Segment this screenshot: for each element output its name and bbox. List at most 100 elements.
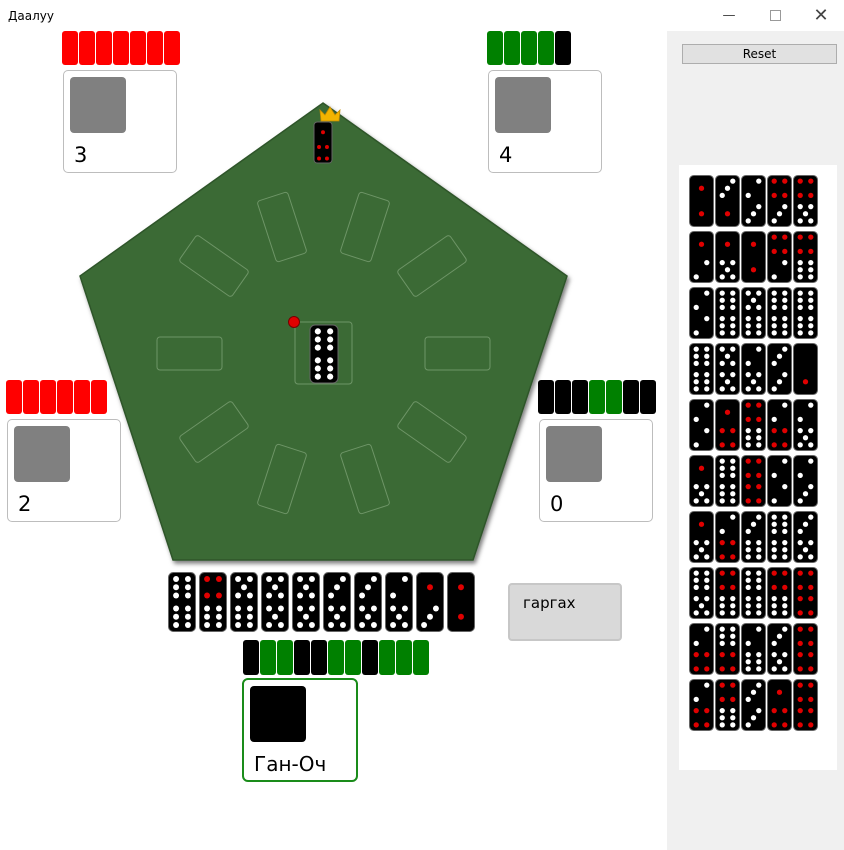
domino-tile [767,511,792,563]
domino-tile [793,623,818,675]
history-tile [689,511,714,563]
score-segment [328,640,344,675]
history-tile [689,231,714,283]
avatar [495,77,551,133]
hand-tile[interactable] [199,572,227,632]
domino-tile [767,623,792,675]
score-segment [379,640,395,675]
center-tile [309,324,339,384]
turn-dot [288,316,300,328]
minimize-button[interactable]: — [706,0,752,31]
hand-tile[interactable] [385,572,413,632]
domino-tile [741,175,766,227]
history-tile [767,455,792,507]
score-segment [345,640,361,675]
domino-tile [793,399,818,451]
player-0-score-bar [538,380,656,414]
history-tile [715,567,740,619]
hand-tile[interactable] [323,572,351,632]
domino-tile [793,455,818,507]
history-tile [793,623,818,675]
score-segment [589,380,605,414]
hand-tile[interactable] [230,572,258,632]
history-tile [793,399,818,451]
history-tile [715,287,740,339]
domino-tile [767,399,792,451]
domino-tile [715,287,740,339]
score-segment [130,31,146,65]
history-tile [715,455,740,507]
hand-tile[interactable] [292,572,320,632]
history-tile [741,623,766,675]
history-tile [793,287,818,339]
domino-tile [793,343,818,395]
domino-tile [689,231,714,283]
hand-tile[interactable] [447,572,475,632]
score-segment [40,380,56,414]
player-hand [168,572,475,632]
domino-tile [741,399,766,451]
player-2-score-bar [6,380,107,414]
domino-tile [715,455,740,507]
history-tile [715,623,740,675]
score-segment [294,640,310,675]
history-tile [793,679,818,731]
score-segment [79,31,95,65]
hand-tile[interactable] [168,572,196,632]
domino-tile [767,679,792,731]
player-3-score-bar [62,31,180,65]
domino-tile [767,231,792,283]
domino-tile [689,511,714,563]
score-segment [538,380,554,414]
maximize-icon [769,10,781,21]
domino-tile [715,343,740,395]
history-tile [793,343,818,395]
player-name: 3 [74,143,88,167]
score-segment [640,380,656,414]
domino-tile [447,572,475,632]
play-button[interactable]: гаргах [508,583,622,641]
history-tile [741,455,766,507]
close-icon: ✕ [813,5,829,26]
score-segment [623,380,639,414]
history-tile [741,567,766,619]
window-title: Даалуу [8,9,54,23]
player-name: 4 [499,143,513,167]
domino-tile [767,455,792,507]
history-tile [741,287,766,339]
score-segment [521,31,537,65]
reset-button[interactable]: Reset [682,44,837,64]
close-button[interactable]: ✕ [798,0,844,31]
domino-tile [793,679,818,731]
history-tile [767,567,792,619]
score-segment [96,31,112,65]
hand-tile[interactable] [354,572,382,632]
domino-tile [261,572,289,632]
history-tile [767,343,792,395]
hand-tile[interactable] [416,572,444,632]
history-tile [793,511,818,563]
history-tile [689,567,714,619]
domino-tile [689,287,714,339]
domino-tile [168,572,196,632]
history-tile [767,175,792,227]
domino-tile [230,572,258,632]
domino-tile [313,121,333,164]
domino-tile [689,343,714,395]
score-segment [113,31,129,65]
score-segment [6,380,22,414]
domino-tile [689,567,714,619]
history-tile [715,679,740,731]
domino-tile [715,567,740,619]
maximize-button[interactable] [752,0,798,31]
hand-tile[interactable] [261,572,289,632]
domino-tile [309,324,339,384]
score-segment [91,380,107,414]
history-tile [715,175,740,227]
history-tile [689,455,714,507]
score-segment [260,640,276,675]
history-tile [741,343,766,395]
history-tile [689,399,714,451]
domino-tile [715,231,740,283]
history-tile [767,287,792,339]
